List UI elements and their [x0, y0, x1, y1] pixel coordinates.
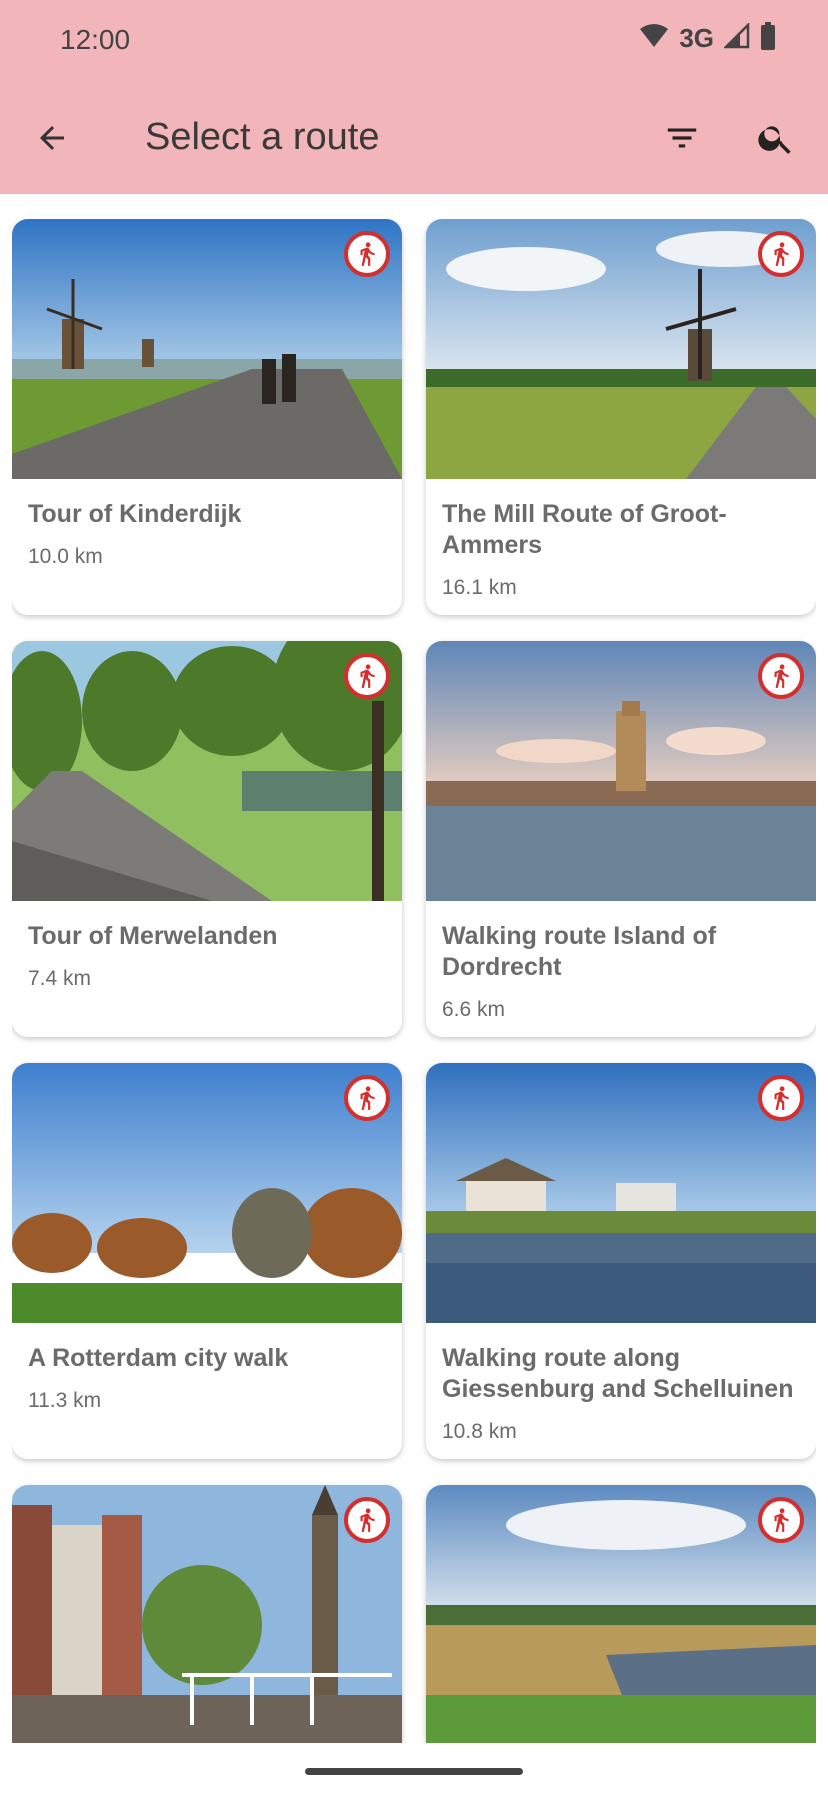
route-name: Walking route along Giessenburg and Sche… — [442, 1344, 794, 1403]
walking-icon — [344, 653, 390, 699]
search-icon[interactable] — [752, 114, 800, 162]
route-card[interactable]: Walking route Island of Dordrecht 6.6 km — [426, 641, 816, 1037]
walking-icon — [758, 1497, 804, 1543]
route-card[interactable]: A Rotterdam city walk 11.3 km — [12, 1063, 402, 1459]
route-distance: 7.4 km — [28, 967, 92, 990]
arrow-back-icon[interactable] — [28, 114, 76, 162]
route-card[interactable]: Walking route along Giessenburg and Sche… — [426, 1063, 816, 1459]
route-name: Tour of Merwelanden — [28, 922, 278, 950]
status-time: 12:00 — [60, 24, 131, 55]
route-grid: Tour of Kinderdijk 10.0 km The Mill Rout… — [12, 219, 816, 1743]
walking-icon — [758, 653, 804, 699]
route-card[interactable]: The Mill Route of Groot-Ammers 16.1 km — [426, 219, 816, 615]
system-nav-bar — [0, 1748, 828, 1794]
route-distance: 16.1 km — [442, 576, 517, 599]
network-type: 3G — [679, 23, 714, 53]
wifi-icon — [639, 23, 669, 54]
walking-icon — [344, 1075, 390, 1121]
walking-icon — [758, 1075, 804, 1121]
route-distance: 10.8 km — [442, 1420, 517, 1443]
walking-icon — [758, 231, 804, 277]
cell-signal-icon — [722, 21, 750, 54]
route-card[interactable] — [12, 1485, 402, 1743]
battery-icon — [760, 22, 776, 55]
route-name: Walking route Island of Dordrecht — [442, 922, 717, 981]
route-name: Tour of Kinderdijk — [28, 500, 242, 528]
app-bar: Select a route — [0, 82, 828, 194]
route-distance: 6.6 km — [442, 998, 506, 1021]
walking-icon — [344, 1497, 390, 1543]
status-icons: 3G — [639, 21, 776, 55]
route-distance: 10.0 km — [28, 545, 103, 568]
route-name: The Mill Route of Groot-Ammers — [442, 500, 727, 559]
route-card[interactable]: Tour of Kinderdijk 10.0 km — [12, 219, 402, 615]
walking-icon — [344, 231, 390, 277]
filter-icon[interactable] — [658, 114, 706, 162]
home-gesture-handle[interactable] — [305, 1768, 523, 1775]
status-bar: 12:00 3G — [0, 0, 828, 82]
route-distance: 11.3 km — [28, 1389, 102, 1412]
route-card[interactable]: Tour of Merwelanden 7.4 km — [12, 641, 402, 1037]
route-name: A Rotterdam city walk — [28, 1344, 289, 1372]
page-title: Select a route — [145, 116, 380, 158]
route-card[interactable] — [426, 1485, 816, 1743]
